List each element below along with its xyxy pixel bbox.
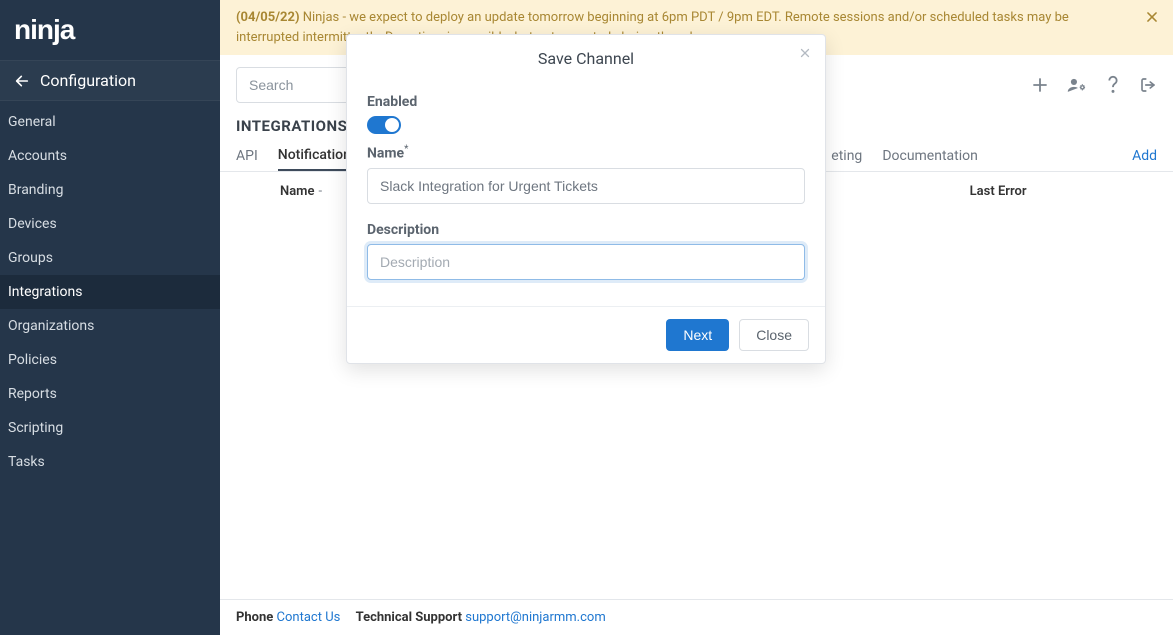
modal-header: Save Channel [347, 35, 825, 82]
next-button[interactable]: Next [666, 319, 729, 351]
tab-documentation[interactable]: Documentation [882, 142, 978, 170]
logo: ninja [0, 0, 220, 60]
footer-contact-link[interactable]: Contact Us [277, 610, 341, 625]
description-label: Description [367, 222, 805, 238]
close-icon [799, 47, 811, 59]
sidebar-item-organizations[interactable]: Organizations [0, 309, 220, 343]
sidebar-item-tasks[interactable]: Tasks [0, 445, 220, 479]
name-input[interactable] [367, 168, 805, 204]
footer: Phone Contact Us Technical Support suppo… [220, 599, 1173, 635]
sidebar-item-devices[interactable]: Devices [0, 207, 220, 241]
sidebar-item-accounts[interactable]: Accounts [0, 139, 220, 173]
enabled-toggle[interactable] [367, 116, 401, 134]
logout-icon [1139, 76, 1157, 94]
footer-support-label: Technical Support [356, 610, 462, 625]
add-channel-link[interactable]: Add [1132, 148, 1157, 164]
plus-icon [1031, 76, 1049, 94]
top-actions [1031, 75, 1157, 95]
sidebar-item-integrations[interactable]: Integrations [0, 275, 220, 309]
modal-body: Enabled Name* Description [347, 82, 825, 306]
add-button[interactable] [1031, 76, 1049, 94]
sidebar-item-scripting[interactable]: Scripting [0, 411, 220, 445]
close-button[interactable]: Close [739, 319, 809, 351]
sidebar-item-reports[interactable]: Reports [0, 377, 220, 411]
config-header[interactable]: Configuration [0, 60, 220, 101]
sidebar-item-branding[interactable]: Branding [0, 173, 220, 207]
description-input[interactable] [367, 244, 805, 280]
banner-close-button[interactable] [1145, 10, 1159, 24]
close-icon [1145, 10, 1159, 24]
user-gear-icon [1067, 76, 1087, 94]
sidebar-item-policies[interactable]: Policies [0, 343, 220, 377]
sidebar: ninja Configuration General Accounts Bra… [0, 0, 220, 635]
save-channel-modal: Save Channel Enabled Name* Description N… [346, 34, 826, 364]
sidebar-item-groups[interactable]: Groups [0, 241, 220, 275]
sort-indicator-icon: - [318, 184, 322, 199]
help-button[interactable] [1105, 75, 1121, 95]
arrow-left-icon [14, 73, 30, 89]
name-label: Name* [367, 144, 805, 162]
logout-button[interactable] [1139, 76, 1157, 94]
footer-support-link[interactable]: support@ninjarmm.com [465, 610, 606, 625]
sidebar-item-general[interactable]: General [0, 105, 220, 139]
tab-ticketing[interactable]: eting [831, 142, 862, 170]
tab-api[interactable]: API [236, 142, 258, 170]
side-menu: General Accounts Branding Devices Groups… [0, 101, 220, 479]
modal-close-button[interactable] [799, 47, 811, 59]
config-title: Configuration [40, 71, 136, 90]
banner-date: (04/05/22) [236, 10, 300, 25]
help-icon [1105, 75, 1121, 95]
user-settings-button[interactable] [1067, 76, 1087, 94]
modal-title: Save Channel [538, 49, 634, 68]
footer-phone-label: Phone [236, 610, 273, 625]
enabled-label: Enabled [367, 94, 805, 110]
modal-footer: Next Close [347, 306, 825, 363]
